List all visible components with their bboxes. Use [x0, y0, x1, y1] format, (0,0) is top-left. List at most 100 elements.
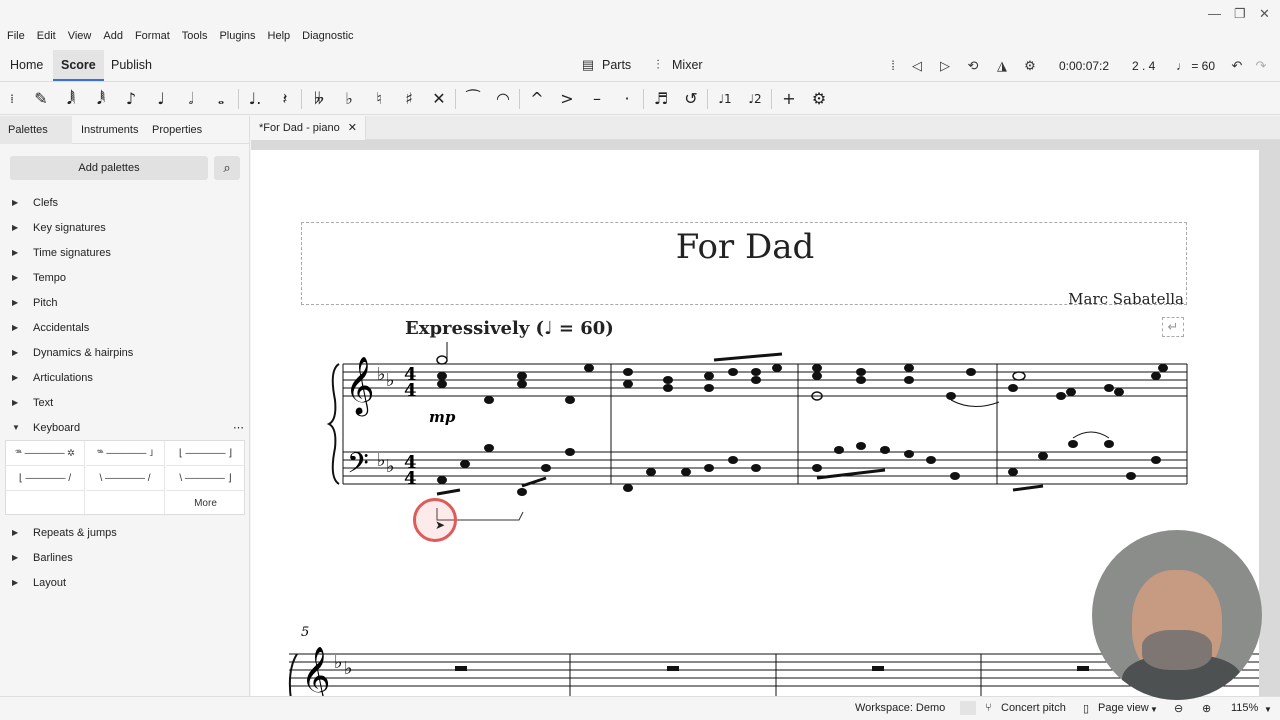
pedal-asterisk-cell[interactable]: 𝆮 ———— ✲: [6, 441, 85, 466]
tuplet-icon[interactable]: ♬: [651, 89, 671, 109]
add-palettes-button[interactable]: Add palettes: [10, 156, 208, 180]
pedal-bracket-cell[interactable]: ⌊ ———— ⌋: [166, 441, 245, 466]
tab-score[interactable]: Score: [53, 50, 104, 81]
pedal-angled-end-cell[interactable]: ⌊ ———— /: [6, 466, 85, 491]
more-icon[interactable]: ⋯: [233, 419, 244, 437]
quarter-note-icon[interactable]: ♩: [151, 89, 171, 109]
slur-icon[interactable]: ◠: [493, 89, 513, 109]
zoom-out-icon[interactable]: ⊖: [1174, 702, 1183, 715]
augmentation-dot-icon[interactable]: ♩.: [245, 89, 265, 109]
palette-articulations[interactable]: ▶ Articulations: [12, 369, 93, 387]
parts-button[interactable]: ▤ Parts: [580, 57, 631, 73]
drag-handle-icon[interactable]: ⁞: [2, 89, 22, 109]
sixty-fourth-note-icon[interactable]: 𝅘𝅥𝅲: [61, 89, 81, 109]
palette-barlines[interactable]: ▶ Barlines: [12, 549, 73, 567]
staccato-icon[interactable]: ·: [617, 89, 637, 109]
minimize-icon[interactable]: —: [1208, 6, 1221, 21]
status-bar: Workspace: Demo ⑂ Concert pitch ▯ Page v…: [0, 696, 1280, 720]
rest-icon[interactable]: 𝄽: [275, 89, 295, 109]
loop-icon[interactable]: ⟲: [965, 58, 981, 74]
tab-instruments[interactable]: Instruments: [73, 116, 146, 144]
palette-dynamics-hairpins[interactable]: ▶ Dynamics & hairpins: [12, 344, 133, 362]
double-flat-icon[interactable]: 𝄫: [309, 89, 329, 109]
thirty-second-note-icon[interactable]: 𝅘𝅥𝅱: [91, 89, 111, 109]
natural-icon[interactable]: ♮: [369, 89, 389, 109]
tenuto-icon[interactable]: –: [587, 89, 607, 109]
concert-pitch-label[interactable]: Concert pitch: [1001, 702, 1066, 714]
menu-file[interactable]: File: [7, 30, 25, 48]
menu-tools[interactable]: Tools: [182, 30, 208, 48]
search-icon[interactable]: ⌕: [214, 156, 240, 180]
sharp-icon[interactable]: ♯: [399, 89, 419, 109]
chevron-down-icon[interactable]: ▼: [1264, 705, 1272, 714]
menu-edit[interactable]: Edit: [37, 30, 56, 48]
palette-layout[interactable]: ▶ Layout: [12, 574, 66, 592]
workspace-selector[interactable]: Workspace: Demo: [855, 702, 945, 714]
toolbar-settings-icon[interactable]: ⚙: [809, 89, 829, 109]
menu-view[interactable]: View: [68, 30, 92, 48]
marcato-icon[interactable]: ^: [527, 89, 547, 109]
voice-2-icon[interactable]: ♩2: [745, 89, 765, 109]
palette-clefs[interactable]: ▶ Clefs: [12, 194, 58, 212]
concert-pitch-checkbox[interactable]: [960, 701, 976, 715]
svg-text:𝄞: 𝄞: [301, 646, 331, 700]
palette-keyboard[interactable]: ▼ Keyboard ⋯: [12, 419, 244, 437]
score-title[interactable]: For Dad: [302, 227, 1188, 267]
quarter-note-icon: ♩: [544, 318, 553, 339]
tie-icon[interactable]: ⁀: [463, 89, 483, 109]
close-icon[interactable]: ✕: [348, 116, 357, 140]
mixer-button[interactable]: ⫶ Mixer: [650, 57, 702, 73]
pedal-angled-start-cell[interactable]: \ ———— ⌋: [166, 466, 245, 491]
flat-icon[interactable]: ♭: [339, 89, 359, 109]
menu-diagnostic[interactable]: Diagnostic: [302, 30, 353, 48]
whole-note-icon[interactable]: 𝅝: [211, 89, 231, 109]
document-tab[interactable]: *For Dad - piano ✕: [251, 116, 366, 140]
metronome-icon[interactable]: ◮: [994, 58, 1010, 74]
zoom-level[interactable]: 115%: [1231, 702, 1258, 714]
playback-settings-icon[interactable]: ⚙: [1022, 58, 1038, 74]
chevron-down-icon[interactable]: ▼: [1150, 705, 1158, 714]
empty-cell: [86, 491, 165, 516]
voice-1-icon[interactable]: ♩1: [715, 89, 735, 109]
rewind-icon[interactable]: ◁: [909, 58, 925, 74]
pedal-angled-both-cell[interactable]: \ ———— /: [86, 466, 165, 491]
note-input-pencil-icon[interactable]: ✎: [31, 89, 51, 109]
more-button[interactable]: More: [166, 491, 245, 516]
menu-help[interactable]: Help: [268, 30, 291, 48]
tempo-marking[interactable]: Expressively (♩ = 60): [405, 318, 614, 339]
add-icon[interactable]: +: [779, 89, 799, 109]
toolbar-divider: [519, 89, 520, 109]
palette-tempo[interactable]: ▶ Tempo: [12, 269, 66, 287]
palette-pitch[interactable]: ▶ Pitch: [12, 294, 57, 312]
flip-direction-icon[interactable]: ↺: [681, 89, 701, 109]
menu-plugins[interactable]: Plugins: [219, 30, 255, 48]
score-composer[interactable]: Marc Sabatella: [1068, 290, 1184, 308]
pedal-line-cell[interactable]: 𝆮 ———— ⌋: [86, 441, 165, 466]
half-note-icon[interactable]: 𝅗𝅥: [181, 89, 201, 109]
palette-time-signatures[interactable]: ▶ Time signatures: [12, 244, 111, 262]
redo-icon[interactable]: ↷: [1253, 58, 1269, 74]
eighth-note-icon[interactable]: ♪: [121, 89, 141, 109]
play-icon[interactable]: ▷: [937, 58, 953, 74]
palette-key-signatures[interactable]: ▶ Key signatures: [12, 219, 106, 237]
accent-icon[interactable]: >: [557, 89, 577, 109]
zoom-in-icon[interactable]: ⊕: [1202, 702, 1211, 715]
double-sharp-icon[interactable]: ✕: [429, 89, 449, 109]
undo-icon[interactable]: ↶: [1229, 58, 1245, 74]
tab-palettes[interactable]: Palettes ⋯: [0, 116, 72, 164]
line-break-icon[interactable]: ↵: [1162, 317, 1184, 337]
tab-home[interactable]: Home: [2, 50, 51, 81]
drag-handle-icon[interactable]: ⁞: [885, 58, 901, 74]
palette-accidentals[interactable]: ▶ Accidentals: [12, 319, 89, 337]
tab-properties[interactable]: Properties: [144, 116, 210, 144]
restore-icon[interactable]: ❐: [1234, 6, 1246, 22]
palette-repeats-jumps[interactable]: ▶ Repeats & jumps: [12, 524, 117, 542]
palette-text[interactable]: ▶ Text: [12, 394, 53, 412]
view-mode-selector[interactable]: Page view: [1098, 702, 1149, 714]
tab-publish[interactable]: Publish: [103, 50, 160, 81]
menu-add[interactable]: Add: [103, 30, 123, 48]
menu-format[interactable]: Format: [135, 30, 170, 48]
palette-label: Repeats & jumps: [33, 527, 117, 539]
title-frame[interactable]: For Dad Marc Sabatella: [301, 222, 1188, 308]
close-icon[interactable]: ✕: [1259, 6, 1270, 22]
